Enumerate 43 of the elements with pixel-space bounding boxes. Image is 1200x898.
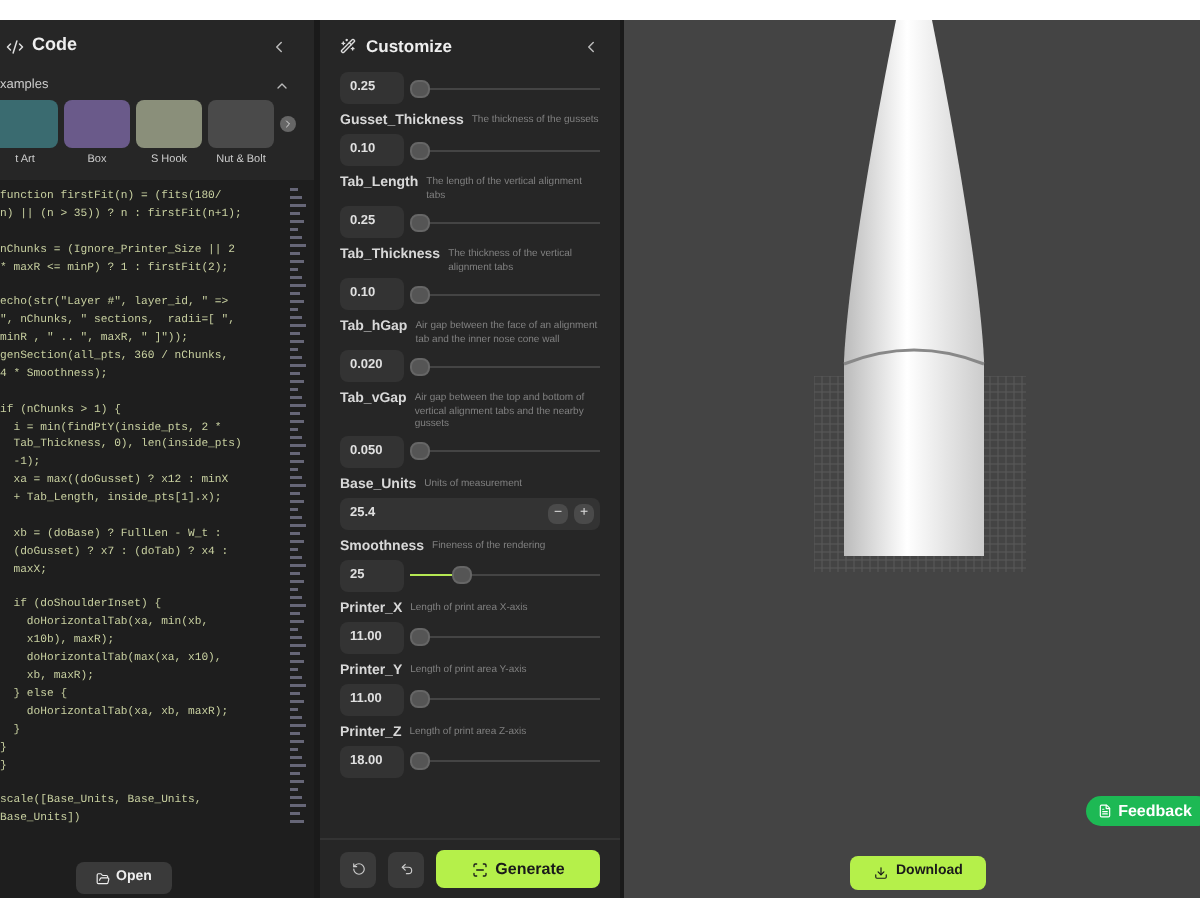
code-icon [6,37,24,55]
slider-thumb[interactable] [410,628,430,646]
code-editor[interactable] [0,180,314,898]
next-button[interactable] [280,116,296,132]
slider[interactable] [410,285,600,303]
slider-thumb[interactable] [410,213,430,231]
slider-thumb[interactable] [410,141,430,159]
next-icon [282,118,294,130]
slider[interactable] [410,213,600,231]
slider[interactable] [410,141,600,159]
slider-thumb[interactable] [452,566,473,584]
folder-icon [96,871,110,885]
slider[interactable] [410,79,600,97]
slider[interactable] [410,690,600,708]
slider[interactable] [410,628,600,646]
collapse-icon[interactable] [270,37,288,55]
undo-icon [399,862,413,876]
slider-thumb[interactable] [410,690,430,708]
download-icon [874,866,888,880]
slider-thumb[interactable] [410,285,430,303]
panel-title: Code [32,32,79,59]
slider[interactable] [410,442,600,460]
scan-icon [471,861,488,877]
slider-thumb[interactable] [410,752,430,770]
thumbnail-placeholder [208,100,274,148]
slider-thumb[interactable] [410,79,430,97]
generate-button[interactable]: Generate [436,850,600,888]
slider-thumb[interactable] [410,357,430,375]
thumbnail-placeholder [64,100,130,148]
slider[interactable] [410,752,600,770]
wand-icon [340,38,356,54]
slider-thumb[interactable] [410,442,430,460]
undo-button[interactable] [388,851,424,887]
collapse-icon[interactable] [582,37,600,55]
reset-button[interactable] [340,851,376,887]
panel-title: Customize [366,33,454,59]
thumbnail-placeholder [0,100,58,148]
refresh-icon [351,862,365,876]
document-icon [1098,804,1113,818]
collapse-icon[interactable] [274,78,290,94]
slider[interactable] [410,566,600,584]
thumbnail-placeholder [136,100,202,148]
slider[interactable] [410,357,600,375]
